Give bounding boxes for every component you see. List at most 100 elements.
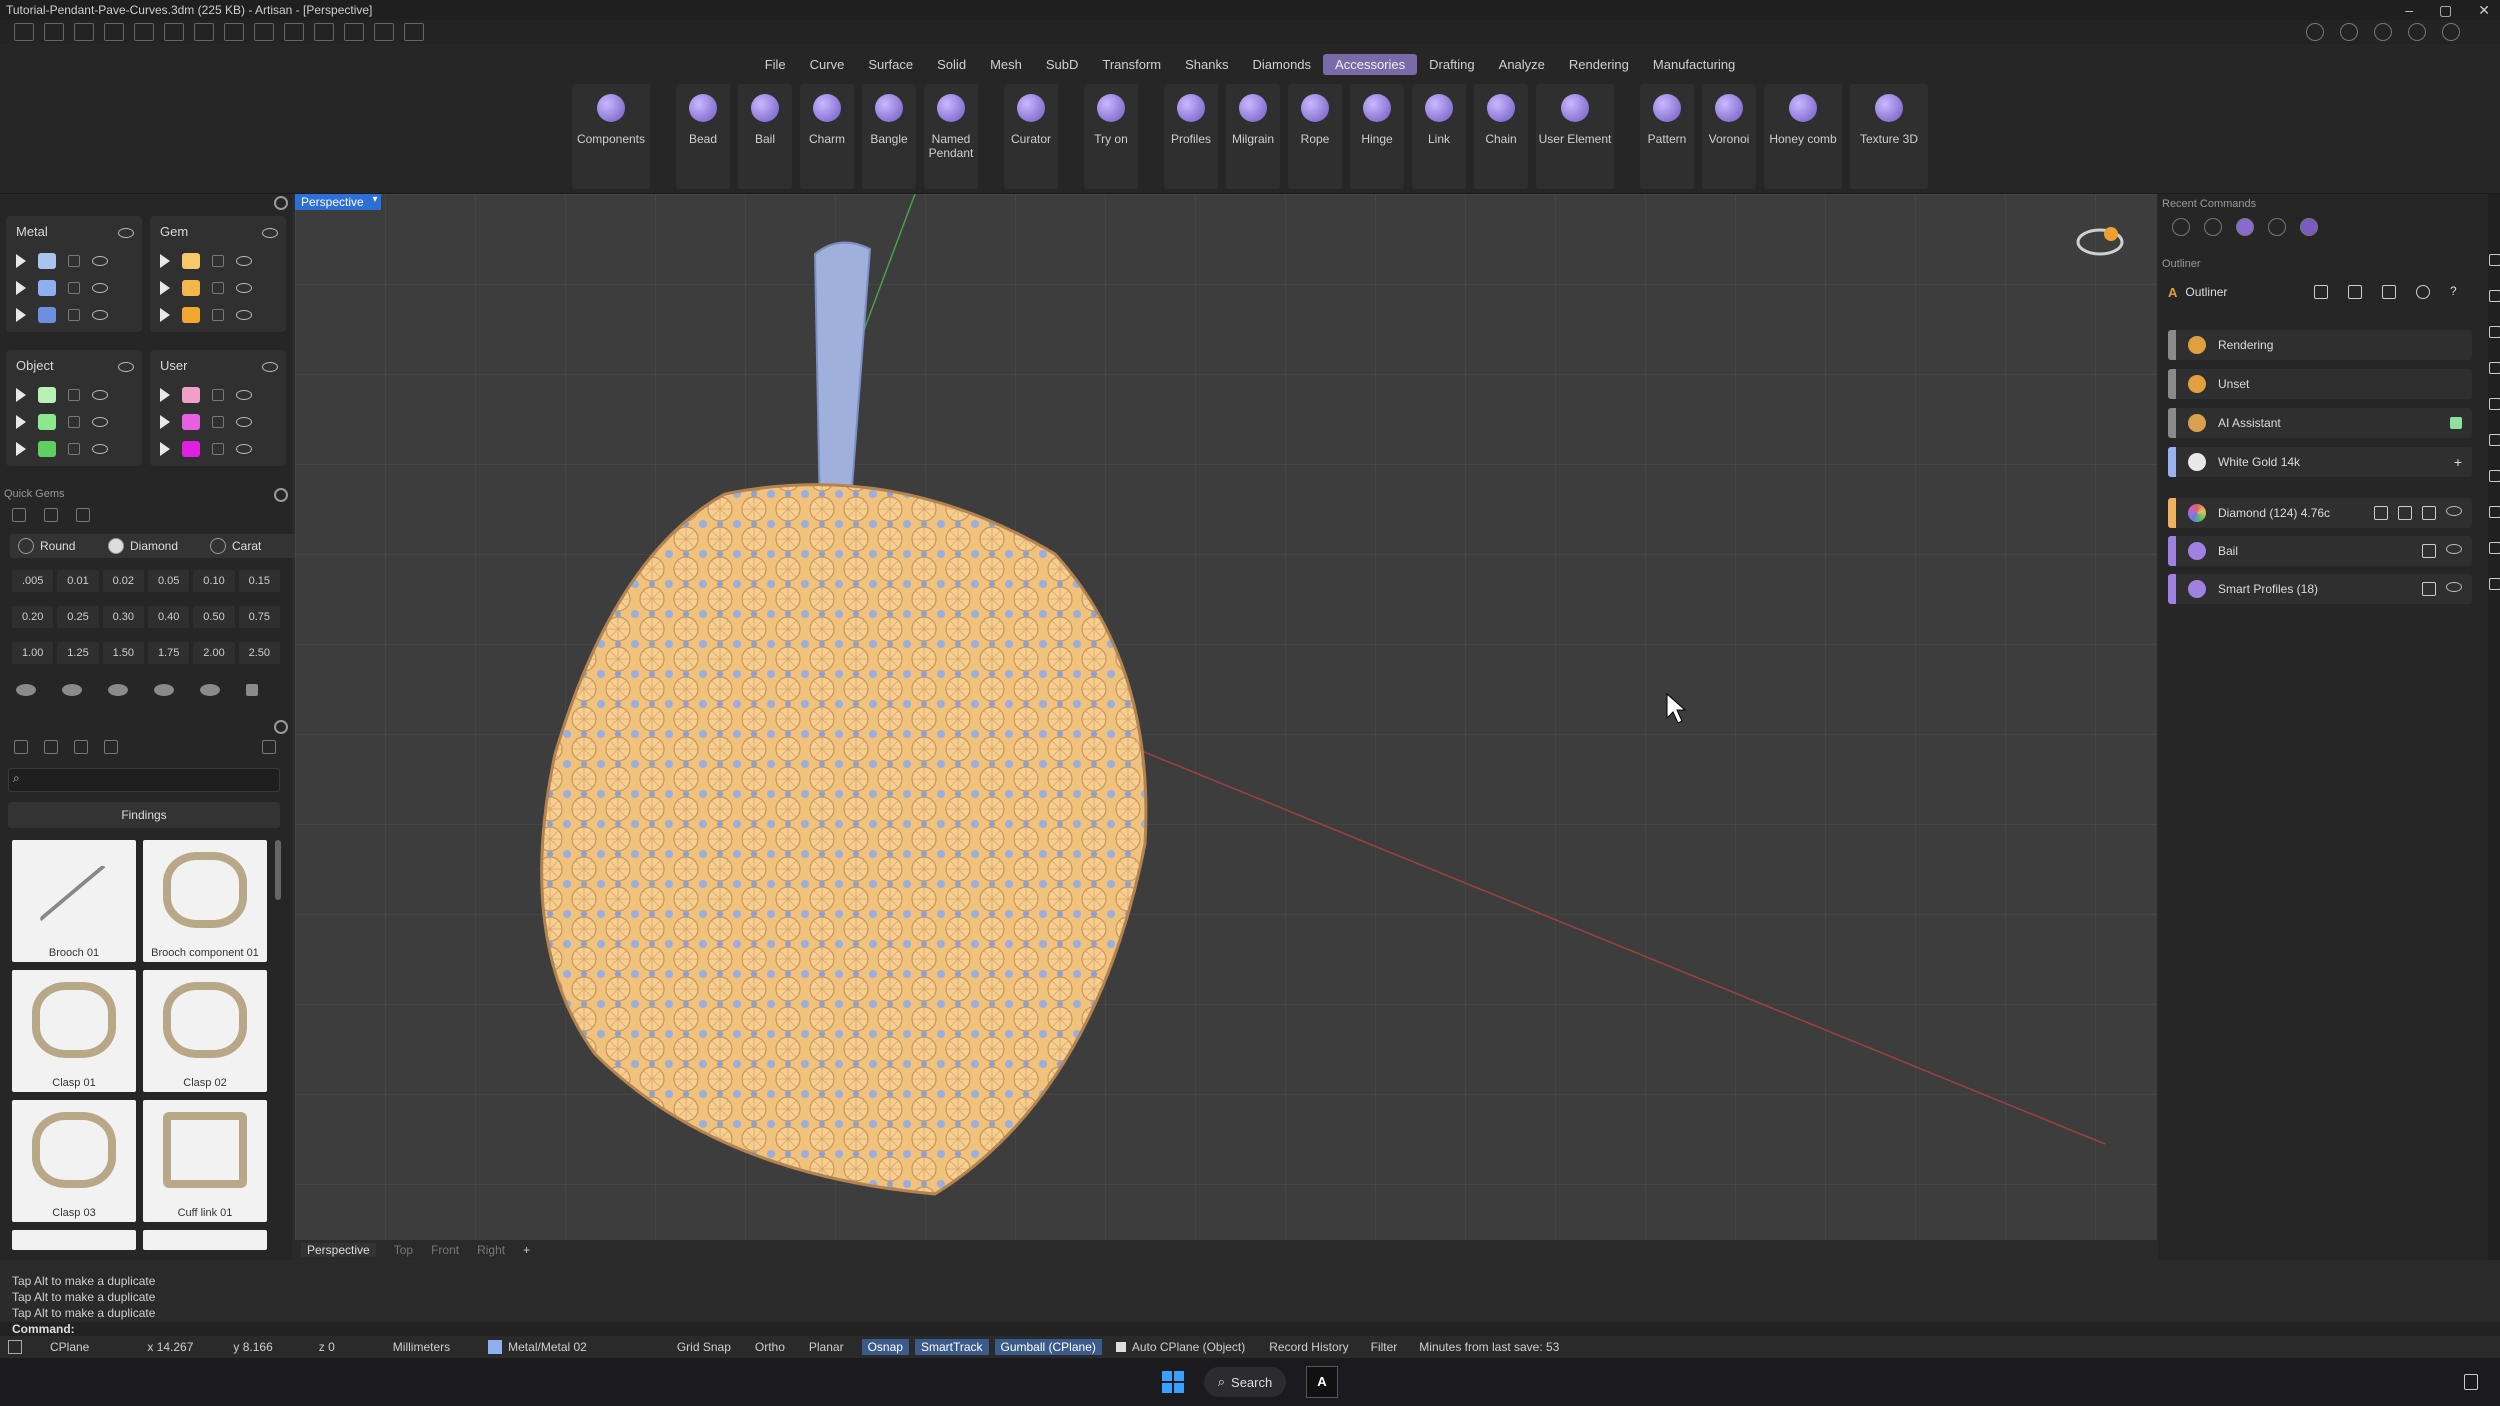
save-icon[interactable]	[194, 23, 214, 41]
eye-icon[interactable]	[92, 444, 108, 454]
user-element-button[interactable]: User Element	[1536, 84, 1614, 189]
library-item-clasp-03[interactable]: Clasp 03	[12, 1100, 136, 1222]
info-icon[interactable]	[2340, 23, 2358, 41]
library-item-brooch-component-01[interactable]: Brooch component 01	[143, 840, 267, 962]
eye-icon[interactable]	[118, 362, 134, 372]
play-icon[interactable]	[160, 254, 170, 268]
open-icon[interactable]	[74, 23, 94, 41]
eye-icon[interactable]	[236, 444, 252, 454]
layer-color-swatch[interactable]	[182, 441, 200, 457]
open-folder-icon[interactable]	[104, 23, 124, 41]
measure-icon[interactable]	[374, 23, 394, 41]
grid-snap-toggle[interactable]: Grid Snap	[677, 1340, 731, 1354]
gem-add-icon[interactable]	[246, 684, 258, 696]
minimize-button[interactable]: –	[2405, 0, 2413, 20]
gem-size-button[interactable]: 0.02	[102, 570, 144, 592]
outliner-row-white-gold[interactable]: White Gold 14k +	[2168, 447, 2472, 477]
eye-icon[interactable]	[92, 283, 108, 293]
strip-tool-icon[interactable]	[2489, 290, 2500, 302]
undo-command-icon[interactable]	[2172, 218, 2190, 236]
link-button[interactable]: Link	[1412, 84, 1466, 189]
recent-command-icon[interactable]	[2300, 218, 2318, 236]
layer-row[interactable]	[160, 411, 252, 433]
folder-icon[interactable]	[14, 740, 28, 754]
eye-icon[interactable]	[236, 256, 252, 266]
settings-icon[interactable]	[2408, 23, 2426, 41]
gem-size-button[interactable]: 0.50	[193, 606, 235, 628]
redo-icon[interactable]	[164, 23, 184, 41]
gem-size-button[interactable]: 2.50	[238, 642, 280, 664]
orientation-gizmo[interactable]	[2076, 227, 2124, 256]
transform-icon[interactable]	[344, 23, 364, 41]
play-icon[interactable]	[16, 281, 26, 295]
gem-cut-icon[interactable]	[108, 684, 128, 696]
auto-cplane-toggle[interactable]: Auto CPlane (Object)	[1132, 1340, 1245, 1354]
tab-curve[interactable]: Curve	[798, 54, 857, 75]
library-search-input[interactable]: ⌕	[8, 768, 280, 792]
filter-toggle[interactable]: Filter	[1371, 1340, 1398, 1354]
layer-color-swatch[interactable]	[182, 307, 200, 323]
layer-row[interactable]	[160, 384, 252, 406]
taskbar-search[interactable]: ⌕ Search	[1204, 1367, 1286, 1397]
lock-icon[interactable]	[68, 282, 80, 294]
edit-icon[interactable]	[2422, 582, 2436, 596]
layer-row[interactable]	[16, 411, 108, 433]
play-icon[interactable]	[160, 415, 170, 429]
cplane-label[interactable]: CPlane	[50, 1340, 89, 1354]
lock-icon[interactable]	[68, 443, 80, 455]
smarttrack-toggle[interactable]: SmartTrack	[914, 1339, 989, 1355]
strip-tool-icon[interactable]	[2489, 326, 2500, 338]
outliner-row-diamond[interactable]: Diamond (124) 4.76c	[2168, 498, 2472, 528]
charm-button[interactable]: Charm	[800, 84, 854, 189]
eye-icon[interactable]	[92, 390, 108, 400]
layer-color-swatch[interactable]	[182, 414, 200, 430]
bangle-button[interactable]: Bangle	[862, 84, 916, 189]
add-icon[interactable]: +	[2454, 454, 2462, 470]
gem-size-button[interactable]: 1.00	[12, 642, 54, 664]
library-item-brooch-01[interactable]: Brooch 01	[12, 840, 136, 962]
layer-color-swatch[interactable]	[38, 414, 56, 430]
refresh-icon[interactable]	[2416, 285, 2430, 299]
voronoi-button[interactable]: Voronoi	[1702, 84, 1756, 189]
gem-size-button[interactable]: 0.15	[238, 570, 280, 592]
eye-icon[interactable]	[118, 228, 134, 238]
components-button[interactable]: Components	[572, 84, 650, 189]
layer-color-swatch[interactable]	[38, 280, 56, 296]
eye-icon[interactable]	[262, 228, 278, 238]
current-layer[interactable]: Metal/Metal 02	[508, 1340, 587, 1354]
balance-icon[interactable]	[2348, 285, 2362, 299]
milgrain-button[interactable]: Milgrain	[1226, 84, 1280, 189]
gem-size-button[interactable]: 0.30	[102, 606, 144, 628]
tab-mesh[interactable]: Mesh	[978, 54, 1034, 75]
osnap-toggle[interactable]: Osnap	[861, 1339, 909, 1355]
play-icon[interactable]	[160, 308, 170, 322]
honey-comb-button[interactable]: Honey comb	[1764, 84, 1842, 189]
gem-cut-icon[interactable]	[200, 684, 220, 696]
artisan-app-icon[interactable]: A	[1306, 1366, 1338, 1398]
eye-icon[interactable]	[236, 417, 252, 427]
tab-transform[interactable]: Transform	[1090, 54, 1173, 75]
layer-row[interactable]	[160, 250, 252, 272]
gem-unit-select[interactable]: Carat	[202, 534, 298, 558]
play-icon[interactable]	[16, 254, 26, 268]
help-icon[interactable]	[2442, 23, 2460, 41]
gem-size-button[interactable]: .005	[12, 570, 54, 592]
play-icon[interactable]	[160, 388, 170, 402]
layer-row[interactable]	[160, 304, 252, 326]
pick-icon[interactable]	[2314, 285, 2328, 299]
lock-icon[interactable]	[212, 389, 224, 401]
gumball-toggle[interactable]: Gumball (CPlane)	[994, 1339, 1102, 1355]
help-icon[interactable]: ?	[2450, 285, 2462, 297]
gem-size-button[interactable]: 0.40	[147, 606, 190, 628]
pattern-button[interactable]: Pattern	[1640, 84, 1694, 189]
eye-icon[interactable]	[92, 417, 108, 427]
tab-analyze[interactable]: Analyze	[1487, 54, 1557, 75]
gem-settings-icon[interactable]	[12, 508, 26, 522]
play-icon[interactable]	[160, 442, 170, 456]
eye-icon[interactable]	[2446, 544, 2462, 554]
try-on-button[interactable]: Try on	[1084, 84, 1138, 189]
eye-icon[interactable]	[92, 256, 108, 266]
gem-cut-icon[interactable]	[16, 684, 36, 696]
quick-gems-gear-icon[interactable]	[274, 488, 288, 502]
gem-size-button[interactable]: 2.00	[193, 642, 235, 664]
